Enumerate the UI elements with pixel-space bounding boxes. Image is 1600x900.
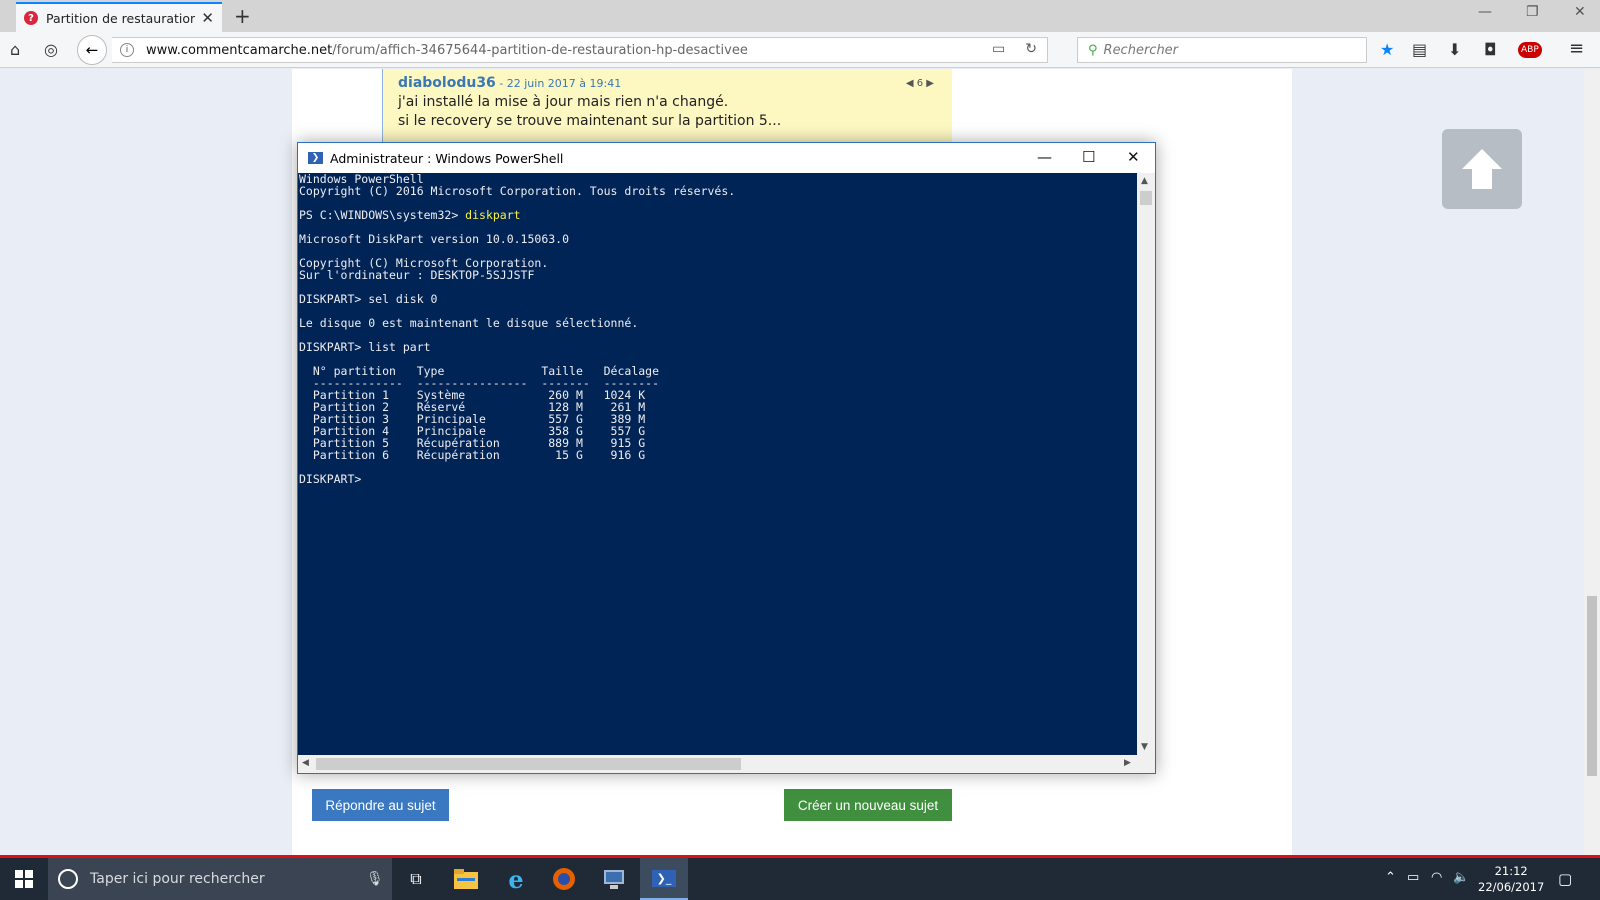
info-icon[interactable]: i [120, 43, 134, 57]
close-window-icon[interactable]: ✕ [1574, 4, 1586, 20]
site-favicon-icon: ? [24, 11, 38, 25]
reply-navigation[interactable]: ◀ 6 ▶ [906, 78, 934, 89]
internet-explorer-icon: e [508, 864, 524, 894]
file-explorer-icon [454, 869, 478, 889]
console-line: Copyright (C) 2016 Microsoft Corporation… [299, 184, 736, 198]
powershell-window[interactable]: ❯ Administrateur : Windows PowerShell — … [297, 142, 1156, 774]
windows-taskbar: Taper ici pour rechercher 🎙 ⧉ e ❯_ ⌃ ▭ ◠… [0, 858, 1600, 900]
powershell-title: Administrateur : Windows PowerShell [330, 150, 564, 166]
clock-time: 21:12 [1494, 864, 1528, 878]
cortana-icon [58, 869, 78, 889]
search-icon: ⚲ [1088, 42, 1098, 58]
forum-reply: diabolodu36 - 22 juin 2017 à 19:41 ◀ 6 ▶… [382, 69, 952, 149]
volume-icon[interactable]: 🔈 [1453, 870, 1469, 885]
back-arrow-icon: ← [85, 41, 99, 59]
back-button[interactable]: ← [77, 35, 107, 65]
bookmark-star-icon[interactable]: ★ [1380, 40, 1394, 59]
console-output[interactable]: Windows PowerShell Copyright (C) 2016 Mic… [298, 173, 1137, 755]
taskbar-powershell[interactable]: ❯_ [640, 858, 688, 900]
page-scrollbar-thumb[interactable] [1587, 596, 1597, 776]
taskbar-search-input[interactable]: Taper ici pour rechercher 🎙 [48, 858, 392, 900]
network-computer-icon [604, 870, 624, 889]
new-tab-icon[interactable]: + [234, 4, 251, 28]
start-button[interactable] [0, 858, 48, 900]
taskbar-clock[interactable]: 21:12 22/06/2017 [1478, 863, 1544, 895]
action-center-icon[interactable]: ▢ [1558, 870, 1572, 888]
console-line: DISKPART> [299, 472, 369, 486]
reply-to-topic-button[interactable]: Répondre au sujet [312, 789, 449, 821]
minimize-window-icon[interactable]: — [1478, 4, 1492, 20]
task-view-icon: ⧉ [410, 869, 422, 888]
tab-title: Partition de restauration Hp [46, 10, 196, 26]
reload-icon[interactable]: ↻ [1025, 41, 1037, 57]
wifi-icon[interactable]: ◠ [1431, 870, 1442, 885]
powershell-taskbar-icon: ❯_ [651, 869, 677, 887]
console-vertical-scrollbar[interactable]: ▲ ▼ [1137, 173, 1155, 755]
bookmarks-library-icon[interactable]: ▤ [1412, 40, 1427, 59]
tab-close-icon[interactable]: ✕ [201, 9, 214, 27]
adblock-icon[interactable]: ABP [1518, 42, 1542, 58]
restore-window-icon[interactable]: ❐ [1526, 4, 1539, 20]
task-view-button[interactable]: ⧉ [392, 858, 440, 900]
clock-date: 22/06/2017 [1478, 880, 1545, 894]
menu-hamburger-icon[interactable]: ≡ [1569, 38, 1584, 59]
search-input[interactable]: ⚲ Rechercher [1077, 37, 1367, 63]
powershell-title-bar[interactable]: ❯ Administrateur : Windows PowerShell — … [298, 143, 1155, 173]
console-line: PS C:\WINDOWS\system32> diskpart [299, 209, 1137, 221]
console-line: Partition 6 Récupération 15 G 916 G [299, 448, 646, 462]
page-scrollbar[interactable] [1584, 69, 1600, 856]
url-bar[interactable]: i www.commentcamarche.net /forum/affich-… [112, 37, 1048, 63]
taskbar-network-app[interactable] [590, 858, 638, 900]
console-line: Microsoft DiskPart version 10.0.15063.0 [299, 232, 570, 246]
browser-nav-bar: ⌂ ◎ ← i www.commentcamarche.net /forum/a… [0, 32, 1600, 68]
scroll-to-top-button[interactable] [1442, 129, 1522, 209]
ps-minimize-icon[interactable]: — [1037, 148, 1052, 166]
scroll-down-icon[interactable]: ▼ [1141, 742, 1148, 752]
microphone-icon[interactable]: 🎙 [366, 871, 384, 887]
reply-text-line: j'ai installé la mise à jour mais rien n… [398, 94, 729, 110]
url-path: /forum/affich-34675644-partition-de-rest… [332, 42, 748, 58]
taskbar-file-explorer[interactable] [442, 858, 490, 900]
ps-close-icon[interactable]: ✕ [1127, 148, 1140, 166]
console-hscroll-thumb[interactable] [316, 758, 741, 770]
console-prompt: PS C:\WINDOWS\system32> [299, 208, 466, 222]
reply-author-link[interactable]: diabolodu36 [398, 75, 496, 91]
create-topic-button[interactable]: Créer un nouveau sujet [784, 789, 952, 821]
reply-nav-count: 6 [916, 78, 924, 89]
private-mask-icon[interactable]: ◎ [44, 40, 58, 59]
console-line: DISKPART> sel disk 0 [299, 292, 438, 306]
reply-text-line: si le recovery se trouve maintenant sur … [398, 113, 782, 129]
scroll-right-icon[interactable]: ▶ [1124, 758, 1131, 768]
windows-logo-icon [15, 870, 33, 888]
reply-date: - 22 juin 2017 à 19:41 [495, 77, 622, 90]
battery-icon[interactable]: ▭ [1407, 870, 1419, 885]
home-icon[interactable]: ⌂ [10, 40, 20, 59]
pocket-icon[interactable]: ◘ [1484, 40, 1497, 59]
console-vscroll-thumb[interactable] [1140, 191, 1152, 205]
taskbar-search-placeholder: Taper ici pour rechercher [90, 871, 265, 887]
ps-maximize-icon[interactable]: ☐ [1082, 148, 1095, 166]
arrow-up-icon [1462, 149, 1502, 189]
console-command: diskpart [465, 208, 521, 222]
scroll-left-icon[interactable]: ◀ [302, 758, 309, 768]
firefox-icon [553, 868, 575, 890]
powershell-icon: ❯ [308, 152, 323, 164]
console-line: Sur l'ordinateur : DESKTOP-5SJJSTF [299, 268, 535, 282]
download-icon[interactable]: ⬇ [1448, 40, 1461, 59]
search-placeholder: Rechercher [1103, 42, 1179, 58]
taskbar-internet-explorer[interactable]: e [492, 858, 540, 900]
url-domain: www.commentcamarche.net [146, 42, 333, 58]
console-text: Windows PowerShell Copyright (C) 2016 Mic… [299, 173, 1137, 485]
console-horizontal-scrollbar[interactable]: ◀ ▶ [298, 755, 1155, 773]
taskbar-firefox[interactable] [540, 858, 588, 900]
browser-tab-bar: ? Partition de restauration Hp ✕ + — ❐ ✕ [0, 0, 1600, 32]
reader-view-icon[interactable]: ▭ [992, 41, 1005, 57]
console-line: Le disque 0 est maintenant le disque sél… [299, 316, 639, 330]
browser-tab[interactable]: ? Partition de restauration Hp ✕ [16, 2, 222, 32]
console-line: DISKPART> list part [299, 340, 431, 354]
show-hidden-icons-icon[interactable]: ⌃ [1385, 870, 1396, 885]
scroll-up-icon[interactable]: ▲ [1141, 176, 1148, 186]
